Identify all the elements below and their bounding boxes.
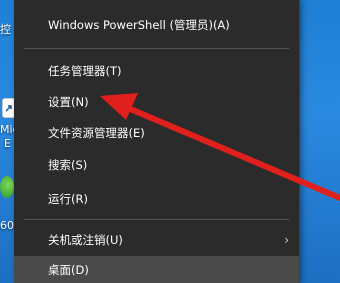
desktop-icon-label-edge-2[interactable]: E <box>4 138 11 150</box>
menu-item-powershell-admin[interactable]: Windows PowerShell (管理员)(A) <box>14 10 299 40</box>
desktop-icon-360[interactable] <box>0 176 14 198</box>
menu-item-search[interactable]: 搜索(S) <box>14 150 299 180</box>
menu-item-shutdown-signout[interactable]: 关机或注销(U) › <box>14 225 299 255</box>
desktop-icon-label-control-panel[interactable]: 控 <box>0 24 11 36</box>
menu-item-task-manager[interactable]: 任务管理器(T) <box>14 56 299 86</box>
desktop: 控 Mic E 60s Windows PowerShell (管理员)(A) … <box>0 0 340 283</box>
menu-item-label: 任务管理器(T) <box>48 64 122 78</box>
chevron-right-icon: › <box>284 233 289 247</box>
menu-item-settings[interactable]: 设置(N) <box>14 87 299 117</box>
menu-item-desktop[interactable]: 桌面(D) <box>14 256 299 283</box>
menu-item-file-explorer[interactable]: 文件资源管理器(E) <box>14 118 299 148</box>
menu-item-label: 桌面(D) <box>48 262 89 277</box>
shortcut-arrow-icon <box>5 105 12 112</box>
winx-context-menu: Windows PowerShell (管理员)(A) 任务管理器(T) 设置(… <box>14 0 300 283</box>
menu-separator <box>24 48 289 49</box>
menu-separator <box>24 219 289 220</box>
menu-item-label: 文件资源管理器(E) <box>48 126 145 140</box>
menu-item-label: 关机或注销(U) <box>48 233 123 247</box>
menu-item-label: 运行(R) <box>48 192 88 206</box>
menu-item-label: 设置(N) <box>48 95 89 109</box>
menu-item-label: Windows PowerShell (管理员)(A) <box>48 18 230 32</box>
menu-item-run[interactable]: 运行(R) <box>14 184 299 214</box>
menu-item-label: 搜索(S) <box>48 158 88 172</box>
